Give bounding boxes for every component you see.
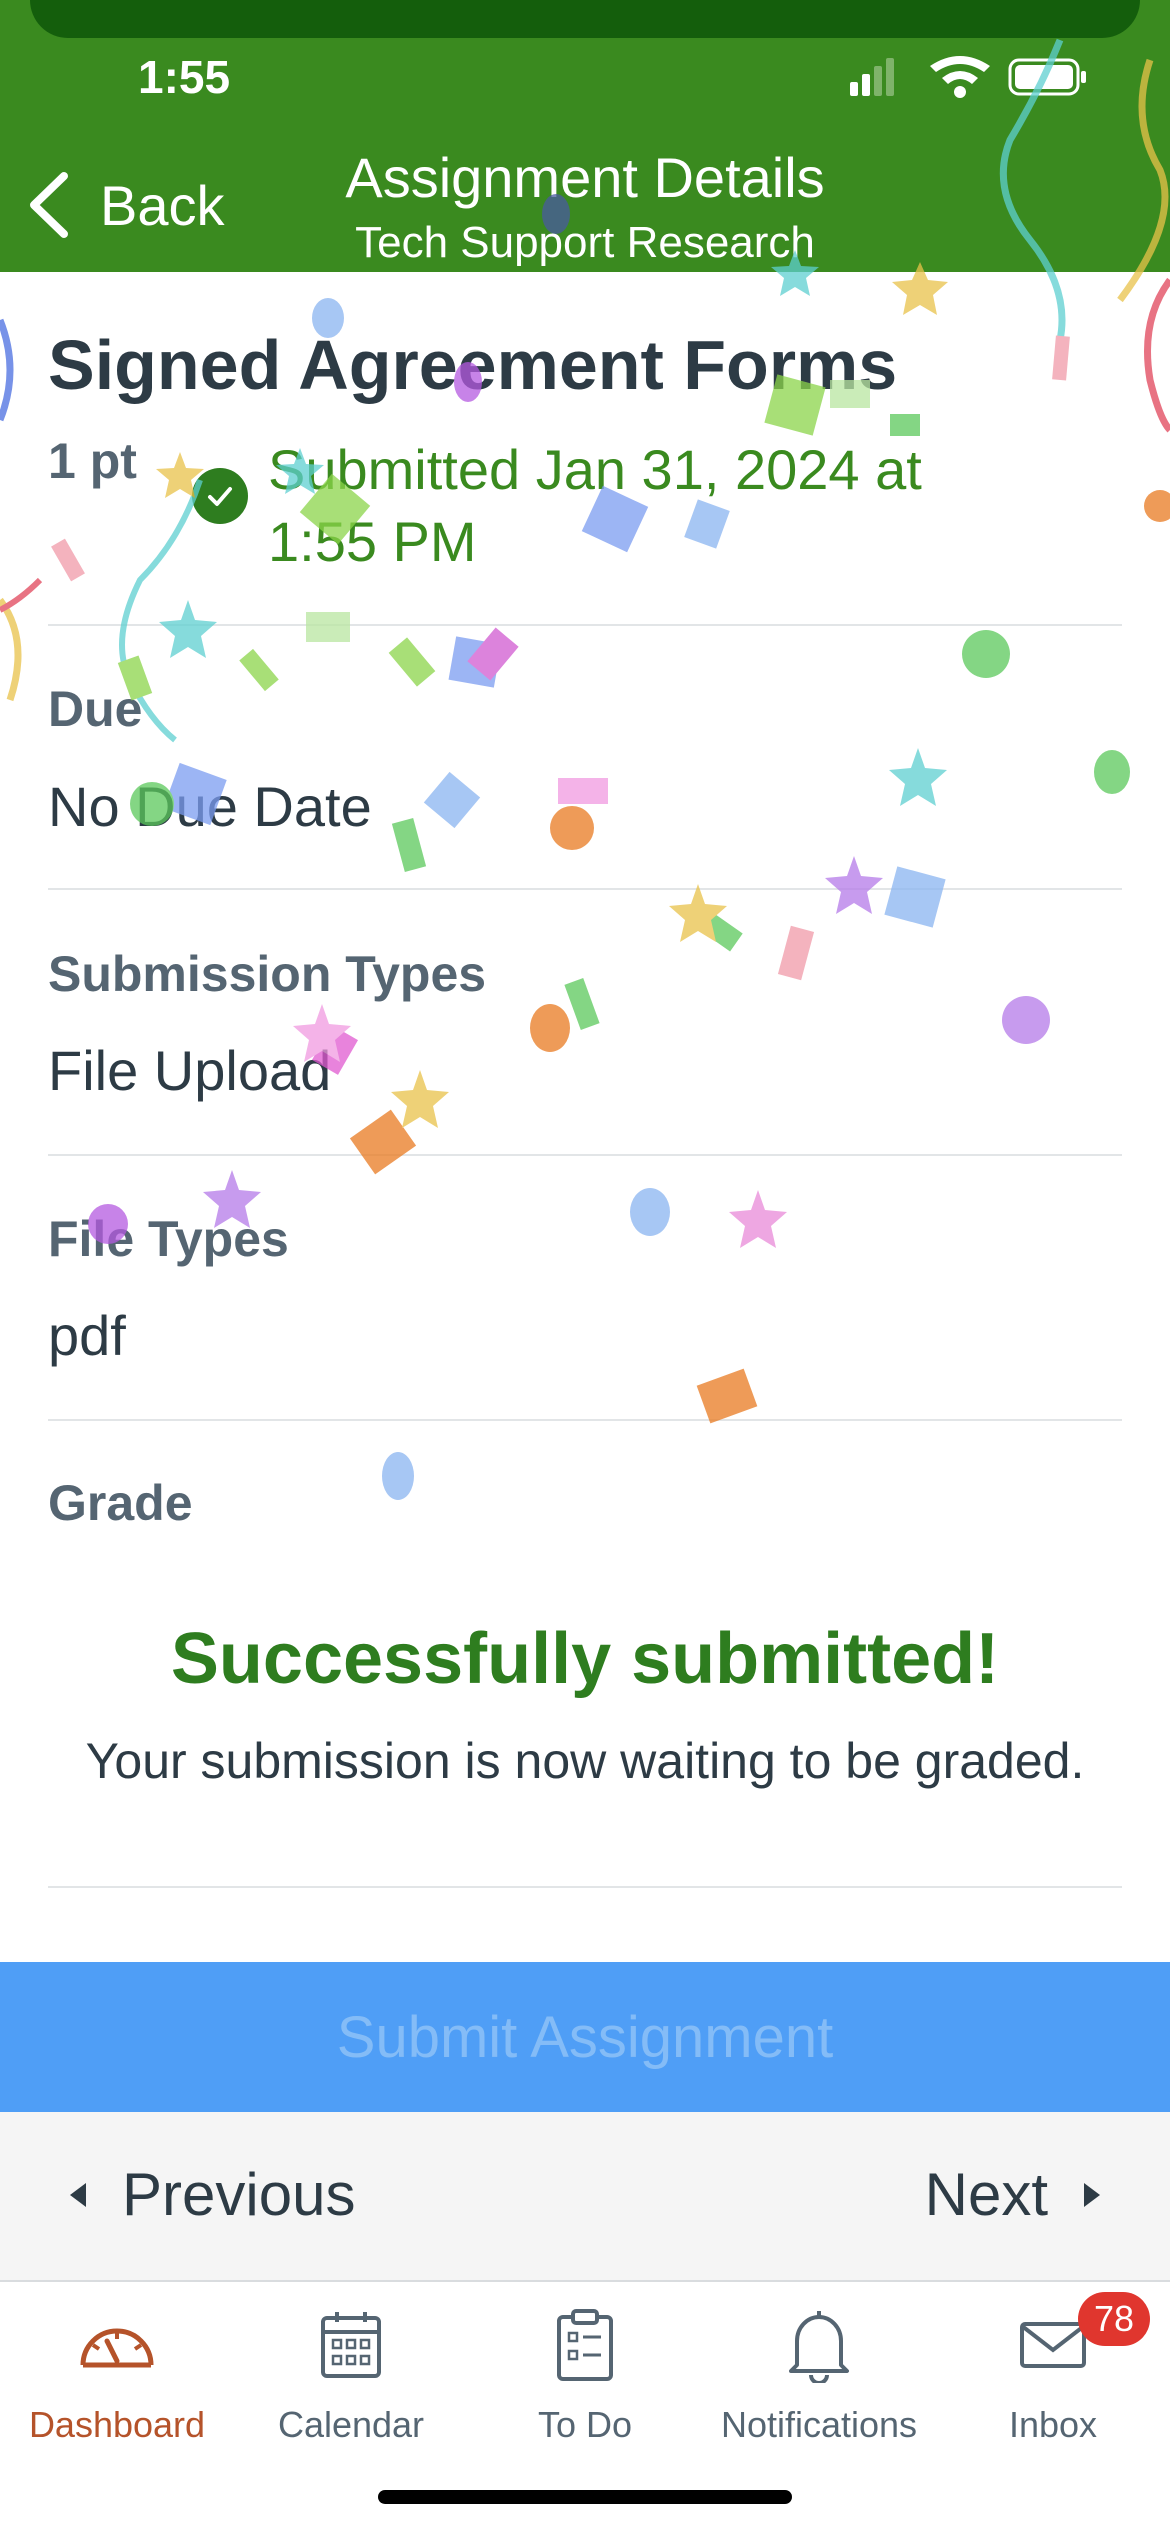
divider bbox=[48, 1886, 1122, 1888]
tab-label: To Do bbox=[537, 2404, 633, 2445]
tab-label: Notifications bbox=[720, 2404, 918, 2445]
next-label: Next bbox=[924, 2161, 1048, 2228]
submitted-status: Submitted Jan 31, 2024 at 1:55 PM bbox=[268, 438, 922, 573]
divider bbox=[48, 888, 1122, 890]
file-types-label: File Types bbox=[48, 1211, 289, 1267]
status-time: 1:55 bbox=[138, 51, 231, 103]
status-icons bbox=[850, 56, 1086, 98]
check-circle-icon bbox=[192, 468, 248, 524]
next-button[interactable]: Next bbox=[925, 2160, 1100, 2229]
home-indicator bbox=[378, 2490, 792, 2504]
tab-todo[interactable]: To Do bbox=[468, 2300, 702, 2446]
submit-assignment-button[interactable]: Submit Assignment bbox=[0, 1962, 1170, 2112]
pager-bar: Previous Next bbox=[0, 2112, 1170, 2282]
due-label: Due bbox=[48, 681, 143, 737]
divider bbox=[48, 1419, 1122, 1421]
caret-right-icon bbox=[1084, 2182, 1100, 2207]
file-types-value: pdf bbox=[48, 1304, 126, 1367]
points-value: 1 pt bbox=[48, 433, 137, 489]
wifi-icon bbox=[930, 56, 990, 98]
assignment-title: Signed Agreement Forms bbox=[48, 326, 898, 404]
dynamic-island bbox=[30, 0, 1140, 38]
signal-icon bbox=[850, 58, 894, 96]
grade-label: Grade bbox=[48, 1475, 193, 1531]
tab-label: Calendar bbox=[277, 2404, 425, 2445]
tab-calendar[interactable]: Calendar bbox=[234, 2300, 468, 2446]
submission-types-label: Submission Types bbox=[48, 946, 487, 1002]
tab-notifications[interactable]: Notifications bbox=[702, 2300, 936, 2446]
divider bbox=[48, 1154, 1122, 1156]
battery-icon bbox=[1008, 58, 1086, 96]
success-title: Successfully submitted! bbox=[170, 1619, 1000, 1699]
previous-button[interactable]: Previous bbox=[70, 2160, 355, 2229]
bell-icon bbox=[789, 2311, 849, 2383]
divider bbox=[48, 624, 1122, 626]
success-message: Your submission is now waiting to be gra… bbox=[85, 1733, 1085, 1789]
tab-label: Dashboard bbox=[28, 2404, 206, 2445]
header-title: Assignment Details bbox=[345, 146, 825, 209]
calendar-icon bbox=[321, 2312, 381, 2378]
tab-dashboard[interactable]: Dashboard bbox=[0, 2300, 234, 2446]
inbox-badge: 78 bbox=[1078, 2292, 1150, 2346]
header-subtitle: Tech Support Research bbox=[355, 218, 815, 267]
previous-label: Previous bbox=[122, 2161, 356, 2228]
submission-types-value: File Upload bbox=[48, 1039, 332, 1102]
nav-header: 1:55 Back Assignment Details Tech Suppor… bbox=[0, 0, 1170, 272]
caret-left-icon bbox=[70, 2182, 86, 2207]
due-value: No Due Date bbox=[48, 775, 372, 838]
dashboard-gauge-icon bbox=[80, 2328, 154, 2368]
envelope-icon bbox=[1020, 2322, 1086, 2368]
tab-label: Inbox bbox=[1008, 2404, 1098, 2445]
todo-clipboard-icon bbox=[557, 2309, 613, 2381]
